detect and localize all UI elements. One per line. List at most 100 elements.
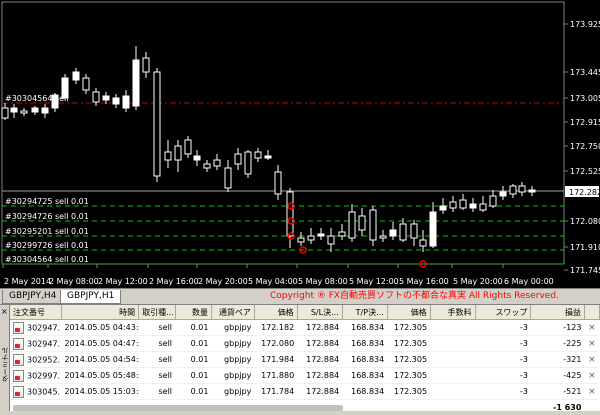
col-header-tp[interactable]: T/P決... [342,305,387,320]
col-header-ticket[interactable]: 注文番号 [10,305,61,320]
cell-swap: -3 [475,368,531,384]
cell-tp: 168.834 [342,368,387,384]
col-header-profit[interactable]: 損益 [531,305,585,320]
close-terminal-icon[interactable]: × [1,307,8,316]
cell-commission [430,368,475,384]
tab-gbpjpy-h4[interactable]: GBPJPY,H4 [2,290,63,304]
price-tick-label: 173.005 [570,94,600,103]
cell-profit: -521 [531,384,585,400]
cell-size: 0.01 [175,320,211,336]
trade-row[interactable]: 303045...2014.05.05 15:03:43sell0.01gbpj… [10,384,600,400]
price-tick-label: 172.915 [570,118,600,127]
candle-body [154,72,160,176]
cell-size: 0.01 [175,384,211,400]
cell-commission [430,320,475,336]
trade-row[interactable]: 302947...2014.05.05 04:47:04sell0.01gbpj… [10,336,600,352]
price-tick-label: 172.525 [570,167,600,176]
candle-body [214,160,220,166]
cell-size: 0.01 [175,368,211,384]
price-chart[interactable]: 173.925173.445173.005172.915172.750172.5… [0,0,600,288]
cell-symbol: gbpjpy [211,336,254,352]
candle-body [400,224,406,240]
candle-body [359,216,365,230]
ticket-number: 303045... [27,387,61,396]
candlestick-chart-svg[interactable]: 173.925173.445173.005172.915172.750172.5… [0,0,600,288]
candle-body [349,212,355,238]
trade-row[interactable]: 302952...2014.05.05 04:54:07sell0.01gbpj… [10,352,600,368]
price-tick-label: 172.750 [570,142,600,151]
candle-body [287,192,293,236]
col-header-symbol[interactable]: 通貨ペア [211,305,254,320]
order-label: #30299726 sell 0.01 [5,241,89,250]
cell-open: 171.784 [254,384,297,400]
col-header-open-price[interactable]: 価格 [254,305,297,320]
candle-body [11,108,17,112]
copyright-notice: Copyright ® FX自動売買ソフトの不都合な真実 All Rights … [270,290,559,303]
cell-time: 2014.05.05 04:43:43 [61,320,138,336]
candle-body [175,146,181,160]
time-tick-label: 2 May 20:00 [198,277,248,286]
candle-body [133,60,139,106]
cell-profit: -123 [531,320,585,336]
sell-order-icon [13,386,24,398]
col-header-type[interactable]: 取引種... [139,305,175,320]
close-order-icon[interactable]: × [584,320,599,336]
col-header-price[interactable]: 価格 [387,305,430,320]
order-label: #30294726 sell 0.01 [5,212,89,221]
candle-body [73,72,79,80]
col-header-time[interactable]: 時間 [61,305,138,320]
close-order-icon[interactable]: × [584,368,599,384]
candle-body [52,95,58,108]
tab-gbpjpy-h1[interactable]: GBPJPY,H1 [60,290,121,304]
col-header-commission[interactable]: 手数料 [430,305,475,320]
cell-open: 172.182 [254,320,297,336]
col-header-size[interactable]: 数量 [175,305,211,320]
price-tick-label: 171.910 [570,243,600,252]
candle-body [339,232,345,236]
cell-ticket: 302947... [10,320,61,336]
candle-body [510,186,516,194]
candle-body [460,200,466,208]
order-label: #30304564 sell 0.01 [5,255,89,264]
candle-body [519,186,525,192]
trade-table-header: 注文番号 時間 取引種... 数量 通貨ペア 価格 S/L決... T/P決..… [10,305,600,320]
trade-row[interactable]: 302947...2014.05.05 04:43:43sell0.01gbpj… [10,320,600,336]
time-tick-label: 5 May 08:00 [298,277,348,286]
candle-body [275,172,281,194]
close-order-icon[interactable]: × [584,384,599,400]
candle-body [194,156,200,160]
cell-open: 172.080 [254,336,297,352]
balance-blurred [10,400,430,415]
candle-body [123,96,129,108]
cell-profit: -425 [531,368,585,384]
candle-body [225,168,231,188]
candle-body [165,152,171,160]
cell-price: 172.305 [387,352,430,368]
cell-sl: 172.884 [297,320,342,336]
current-price-label: 172.282 [569,188,600,197]
cell-price: 172.305 [387,320,430,336]
candle-body [185,140,191,154]
col-header-blank [584,305,599,320]
close-order-icon[interactable]: × [584,336,599,352]
order-label: #30294725 sell 0.01 [5,197,89,206]
candle-body [328,236,334,244]
col-header-sl[interactable]: S/L決... [297,305,342,320]
time-tick-label: 5 May 20:00 [453,277,503,286]
cell-commission [430,352,475,368]
cell-sl: 172.884 [297,336,342,352]
candle-body [411,224,417,238]
cell-time: 2014.05.05 05:48:28 [61,368,138,384]
close-order-icon[interactable]: × [584,352,599,368]
trade-row[interactable]: 302997...2014.05.05 05:48:28sell0.01gbpj… [10,368,600,384]
sell-order-icon [13,370,24,382]
candle-body [62,78,68,98]
col-header-swap[interactable]: スワップ [475,305,531,320]
cell-price: 172.305 [387,384,430,400]
cell-profit: -225 [531,336,585,352]
cell-time: 2014.05.05 04:54:07 [61,352,138,368]
cell-swap: -3 [475,352,531,368]
ticket-number: 302947... [27,339,61,348]
candle-body [480,204,486,210]
cell-type: sell [139,336,175,352]
